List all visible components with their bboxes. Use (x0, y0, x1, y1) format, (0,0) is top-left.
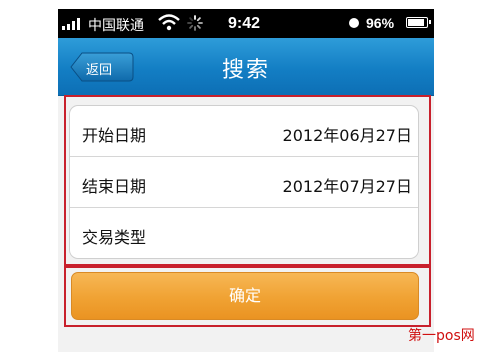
status-bar: 中国联通 9:42 96% (58, 9, 434, 38)
page-title: 搜索 (221, 58, 270, 83)
battery-fill (408, 19, 424, 26)
highlight-frame-form (64, 95, 431, 266)
watermark: 第一pos网 (408, 328, 475, 344)
activity-spinner-icon (187, 15, 203, 31)
alarm-icon (349, 18, 359, 28)
navigation-bar: 返回 搜索 (58, 38, 434, 96)
status-time: 9:42 (228, 15, 261, 32)
highlight-frame-button (64, 266, 431, 327)
battery-percent: 96% (366, 15, 395, 31)
signal-icon (62, 18, 84, 30)
carrier-name: 中国联通 (88, 18, 144, 34)
battery-icon (406, 17, 431, 28)
wifi-icon (158, 14, 180, 31)
